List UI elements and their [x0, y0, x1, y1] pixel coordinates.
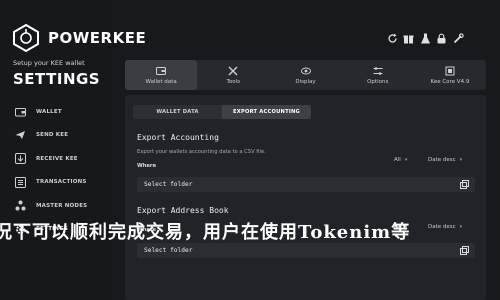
gift-icon[interactable] — [401, 30, 417, 46]
top-toolbar — [384, 30, 467, 46]
chevron-down-icon: ▾ — [459, 157, 463, 163]
chevron-down-icon: ▾ — [459, 224, 463, 230]
export-accounting-description: Export your wallets accounting data to a… — [137, 149, 266, 155]
sidebar-item-label: TRANSACTIONS — [36, 179, 87, 186]
tab-label: Display — [295, 78, 316, 85]
folder-placeholder: Select folder — [144, 181, 193, 188]
export-accounting-where-label: Where — [137, 163, 157, 169]
refresh-icon[interactable] — [384, 30, 400, 46]
settings-tabs: Wallet data Tools Display Options Kee Co… — [125, 60, 486, 90]
flask-icon[interactable] — [417, 30, 433, 46]
wallet-data-icon — [156, 66, 167, 75]
core-icon — [445, 66, 455, 75]
tab-tools[interactable]: Tools — [197, 60, 269, 90]
folder-copy-icon[interactable] — [460, 246, 469, 255]
export-address-book-title: Export Address Book — [137, 206, 229, 215]
select-value: Date desc — [428, 224, 456, 230]
accounting-filter-select[interactable]: All ▾ — [394, 157, 407, 163]
select-value: All — [394, 157, 401, 163]
accounting-folder-field[interactable]: Select folder — [137, 177, 475, 192]
sidebar-item-receive-kee[interactable]: RECEIVE KEE — [0, 147, 118, 171]
receive-icon — [14, 153, 26, 165]
accounting-sort-select[interactable]: Date desc ▾ — [428, 157, 462, 163]
sidebar-item-label: SEND KEE — [36, 132, 69, 139]
export-accounting-title: Export Accounting — [137, 133, 219, 142]
sidebar-item-transactions[interactable]: TRANSACTIONS — [0, 171, 118, 195]
sidebar-item-wallet[interactable]: WALLET — [0, 100, 118, 124]
setup-subtitle: Setup your KEE wallet — [13, 59, 85, 67]
tools-icon — [228, 66, 238, 75]
sidebar-item-label: WALLET — [36, 108, 62, 115]
tab-label: Kee Core V4.9 — [430, 78, 470, 85]
tools-icon[interactable] — [450, 30, 466, 46]
lock-icon[interactable] — [434, 30, 450, 46]
tab-label: Tools — [226, 78, 241, 85]
send-icon — [14, 129, 26, 141]
subtab-wallet-data[interactable]: WALLET DATA — [133, 105, 222, 119]
address-book-folder-field[interactable]: Select folder — [137, 243, 475, 258]
tab-display[interactable]: Display — [269, 60, 341, 90]
tab-label: Options — [367, 78, 389, 85]
page-title: SETTINGS — [13, 70, 101, 88]
tab-wallet-data[interactable]: Wallet data — [125, 60, 198, 90]
wallet-icon — [14, 106, 26, 118]
sidebar-item-send-kee[interactable]: SEND KEE — [0, 124, 118, 148]
transactions-icon — [14, 176, 26, 188]
folder-copy-icon[interactable] — [460, 180, 469, 189]
options-icon — [373, 66, 383, 75]
tab-kee-core[interactable]: Kee Core V4.9 — [414, 60, 486, 90]
sidebar-item-label: MASTER NODES — [36, 202, 88, 209]
display-icon — [300, 67, 311, 74]
overlay-caption: 况下可以顺利完成交易，用户在使用Tokenim等 — [0, 222, 411, 243]
brand-name: POWERKEE — [48, 29, 147, 47]
subtabs: WALLET DATA EXPORT ACCOUNTING — [133, 105, 311, 119]
folder-placeholder: Select folder — [144, 247, 193, 254]
chevron-down-icon: ▾ — [404, 157, 408, 163]
address-book-sort-select[interactable]: Date desc ▾ — [428, 224, 462, 230]
tab-options[interactable]: Options — [342, 60, 414, 90]
brand-logo[interactable]: POWERKEE — [12, 24, 146, 52]
content-panel: WALLET DATA EXPORT ACCOUNTING Export Acc… — [125, 95, 486, 300]
sidebar-item-label: RECEIVE KEE — [36, 155, 78, 162]
tab-label: Wallet data — [145, 78, 177, 85]
select-value: Date desc — [428, 157, 456, 163]
masternodes-icon — [14, 200, 26, 212]
powerkee-logo-icon — [13, 24, 39, 52]
sidebar-item-master-nodes[interactable]: MASTER NODES — [0, 194, 118, 218]
subtab-export-accounting[interactable]: EXPORT ACCOUNTING — [222, 105, 311, 119]
sidebar: POWERKEE Setup your KEE wallet SETTINGS … — [0, 0, 146, 300]
